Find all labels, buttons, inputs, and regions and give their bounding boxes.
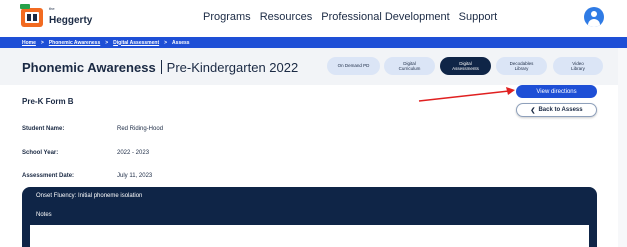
- logo-icon: [20, 3, 43, 27]
- notes-label: Notes: [36, 212, 52, 218]
- title-row: Phonemic Awareness Pre-Kindergarten 2022 …: [0, 48, 627, 85]
- button-label: View directions: [536, 88, 577, 95]
- button-label: Back to Assess: [538, 107, 583, 113]
- user-account-icon[interactable]: [584, 7, 604, 27]
- breadcrumb: Home > Phonemic Awareness > Digital Asse…: [0, 37, 627, 48]
- breadcrumb-phonemic-awareness[interactable]: Phonemic Awareness: [49, 40, 100, 46]
- breadcrumb-separator: >: [40, 39, 44, 46]
- menu-programs[interactable]: Programs: [203, 11, 251, 23]
- view-directions-button[interactable]: View directions: [516, 85, 597, 98]
- pill-label: Curriculum: [398, 66, 421, 71]
- assessment-date-value: July 11, 2023: [117, 173, 153, 179]
- digital-assessments-button[interactable]: Digital Assessments: [440, 57, 491, 75]
- menu-resources[interactable]: Resources: [260, 11, 313, 23]
- pill-label: Library: [514, 66, 529, 71]
- digital-curriculum-button[interactable]: Digital Curriculum: [384, 57, 435, 75]
- page-scrollbar[interactable]: [618, 48, 627, 247]
- back-to-assess-button[interactable]: ❮ Back to Assess: [516, 103, 597, 117]
- school-year-value: 2022 - 2023: [117, 150, 150, 156]
- video-library-button[interactable]: Video Library: [553, 57, 603, 75]
- breadcrumb-digital-assessment[interactable]: Digital Assessment: [113, 40, 159, 46]
- heggerty-logo[interactable]: the Heggerty: [20, 3, 93, 27]
- menu-support[interactable]: Support: [459, 11, 498, 23]
- breadcrumb-separator: >: [105, 39, 109, 46]
- form-title: Pre-K Form B: [22, 97, 74, 106]
- chevron-left-icon: ❮: [530, 107, 536, 114]
- top-navigation: the Heggerty Programs Resources Professi…: [0, 0, 627, 37]
- menu-professional-development[interactable]: Professional Development: [321, 11, 449, 23]
- notes-area[interactable]: [30, 225, 589, 247]
- page-title: Phonemic Awareness Pre-Kindergarten 2022: [22, 60, 298, 75]
- assessment-date-label: Assessment Date:: [22, 173, 75, 179]
- on-demand-pd-button[interactable]: On Demand PD: [327, 57, 380, 75]
- decodables-library-button[interactable]: Decodables Library: [496, 57, 547, 75]
- pill-label: Library: [571, 66, 585, 71]
- breadcrumb-separator: >: [164, 39, 168, 46]
- page-title-sub: Pre-Kindergarten 2022: [166, 60, 299, 75]
- pill-label: Assessments: [452, 66, 479, 71]
- breadcrumb-home[interactable]: Home: [22, 40, 36, 46]
- student-name-value: Red Riding-Hood: [117, 126, 164, 132]
- breadcrumb-current: Assess: [172, 39, 190, 46]
- red-arrow-annotation: [418, 87, 515, 102]
- student-name-label: Student Name:: [22, 126, 65, 132]
- school-year-label: School Year:: [22, 150, 59, 156]
- logo-name: Heggerty: [49, 15, 93, 26]
- pill-label: On Demand PD: [337, 63, 370, 69]
- page-title-main: Phonemic Awareness: [22, 60, 156, 75]
- assessment-panel: Onset Fluency: Initial phoneme isolation…: [22, 187, 597, 247]
- main-menu: Programs Resources Professional Developm…: [203, 11, 506, 23]
- panel-title: Onset Fluency: Initial phoneme isolation: [36, 193, 143, 199]
- logo-small-text: the: [49, 6, 55, 11]
